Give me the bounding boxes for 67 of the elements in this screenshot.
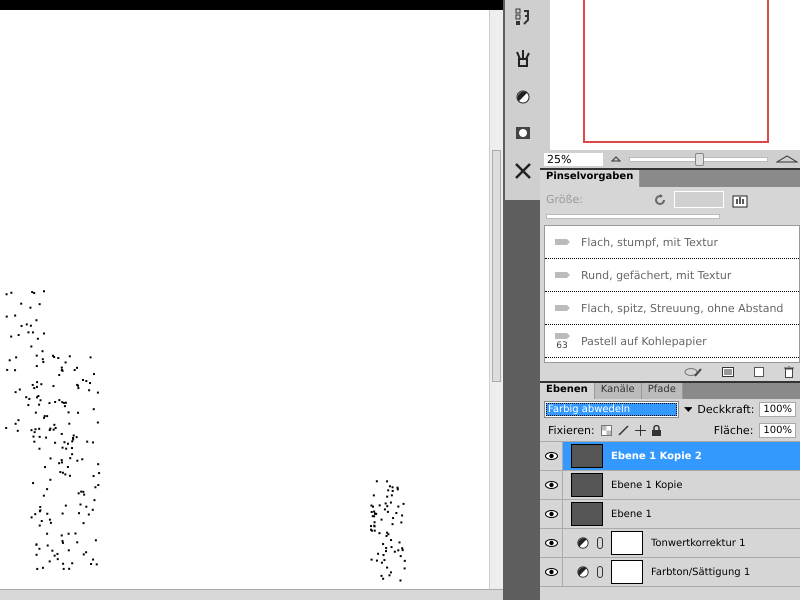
brush-tip-icon — [554, 237, 570, 247]
preset-name: Pastell auf Kohlepapier — [581, 334, 707, 348]
layer-name: Ebene 1 — [611, 508, 652, 520]
mask-thumbnail — [611, 531, 643, 555]
reset-icon[interactable] — [654, 194, 666, 206]
link-icon — [597, 537, 603, 549]
preset-name: Flach, stumpf, mit Textur — [581, 236, 718, 248]
eye-icon[interactable] — [544, 510, 558, 518]
brush-tip-icon — [554, 330, 570, 340]
brush-icon[interactable] — [618, 425, 629, 436]
layer-name: Ebene 1 Kopie — [611, 480, 682, 490]
brushes-icon[interactable] — [514, 48, 532, 68]
opacity-label: Deckkraft: — [697, 403, 754, 416]
preset-name: Flach, spitz, Streuung, ohne Abstand — [581, 302, 784, 314]
link-icon — [597, 566, 603, 578]
panel-tab[interactable]: Pinselvorgaben — [540, 170, 640, 187]
brush-size: 63 — [556, 340, 568, 352]
panel-tab[interactable]: Pfade — [642, 383, 683, 399]
eye-brush-icon[interactable] — [684, 367, 702, 377]
history-icon[interactable] — [514, 8, 532, 26]
brush-tip-icon — [554, 303, 570, 313]
adjustment-icon — [577, 566, 589, 578]
zoom-out-icon[interactable] — [611, 156, 621, 162]
photo-placeholder — [571, 444, 603, 468]
grid-icon[interactable] — [722, 367, 734, 377]
lock-icon[interactable] — [652, 425, 661, 436]
new-icon[interactable] — [754, 367, 764, 377]
trash-icon[interactable] — [784, 366, 794, 378]
layer-row[interactable]: Ebene 1 Kopie — [540, 471, 800, 500]
move-icon[interactable] — [634, 425, 646, 436]
zoom-field[interactable]: 25% — [544, 152, 603, 166]
panel-tab[interactable]: Ebenen — [540, 383, 595, 399]
layer-name: Tonwertkorrektur 1 — [651, 538, 746, 548]
layer-row[interactable]: Tonwertkorrektur 1 — [540, 529, 800, 558]
layer-name: Farbton/Sättigung 1 — [651, 566, 750, 578]
photo-placeholder — [571, 473, 603, 497]
dropdown-caret-icon[interactable] — [684, 407, 692, 412]
layer-name: Ebene 1 Kopie 2 — [611, 450, 702, 462]
preset-name: Rund, gefächert, mit Textur — [581, 268, 732, 282]
eye-icon[interactable] — [544, 568, 558, 576]
size-label: Größe: — [546, 193, 584, 206]
tools-icon[interactable] — [514, 162, 532, 180]
opacity-field[interactable]: 100% — [759, 402, 796, 417]
brush-preset[interactable]: Rund, gefächert, mit Textur — [545, 259, 799, 292]
photo-placeholder — [571, 502, 603, 526]
mask-icon[interactable] — [514, 126, 530, 140]
size-field[interactable] — [674, 191, 724, 208]
vertical-scrollbar[interactable] — [489, 10, 503, 589]
brush-preset[interactable]: 63 Pastell auf Kohlepapier — [545, 325, 799, 358]
mask-thumbnail — [611, 560, 643, 584]
adjustment-icon — [577, 537, 589, 549]
lock-label: Fixieren: — [548, 424, 595, 437]
panel-tab[interactable]: Kanäle — [594, 383, 642, 399]
zoom-in-icon[interactable] — [776, 155, 798, 163]
view-rectangle[interactable] — [583, 0, 769, 143]
eye-icon[interactable] — [544, 539, 558, 547]
brush-preset[interactable]: Flach, stumpf, mit Textur — [545, 226, 799, 259]
brush-preset[interactable]: Flach, spitz, Streuung, ohne Abstand — [545, 292, 799, 325]
layer-row[interactable]: Farbton/Sättigung 1 — [540, 558, 800, 587]
fill-field[interactable]: 100% — [759, 423, 796, 438]
adjustment-icon[interactable] — [516, 90, 530, 104]
layer-row[interactable]: Ebene 1 — [540, 500, 800, 529]
fill-label: Fläche: — [714, 424, 754, 437]
brush-tip-icon — [554, 270, 570, 280]
eye-icon[interactable] — [544, 452, 558, 460]
checker-icon[interactable] — [600, 425, 612, 436]
eye-icon[interactable] — [544, 481, 558, 489]
